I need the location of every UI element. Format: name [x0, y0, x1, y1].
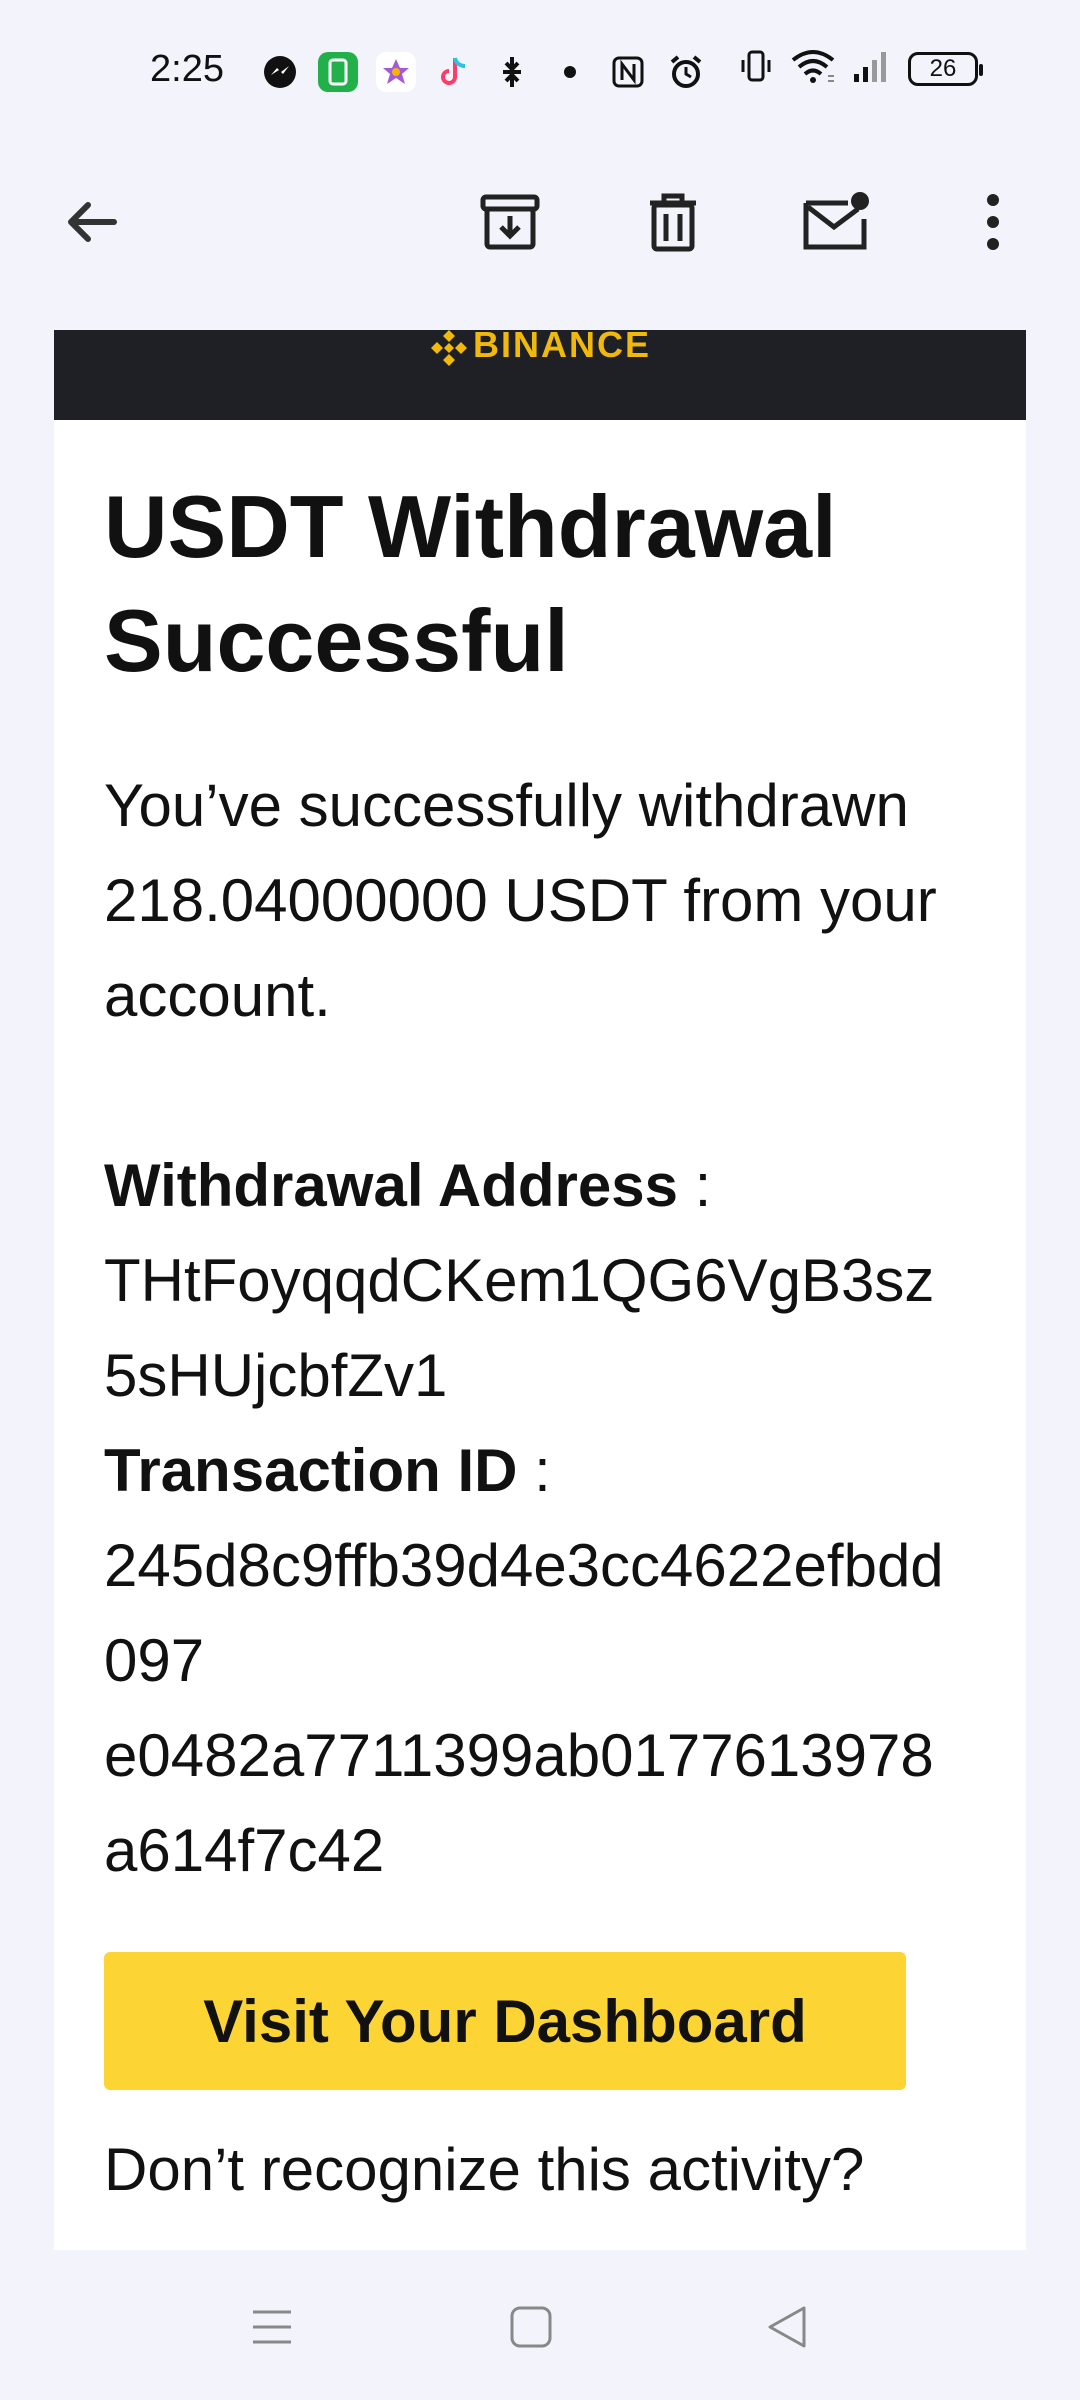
home-button[interactable]: [496, 2292, 566, 2362]
alarm-icon: [666, 52, 706, 92]
separator: :: [678, 1152, 712, 1219]
transaction-id-value-2: e0482a7711399ab0177613978a614f7c42: [104, 1722, 934, 1884]
status-time: 2:25: [150, 48, 224, 90]
app-green-icon: [318, 52, 358, 92]
back-nav-button[interactable]: [752, 2292, 822, 2362]
unrecognized-activity-text: Don’t recognize this activity?: [104, 2136, 865, 2203]
transaction-id-row: Transaction ID :: [104, 1423, 1004, 1518]
email-content[interactable]: BINANCE USDT Withdrawal Successful You’v…: [0, 330, 1080, 2250]
recent-apps-button[interactable]: [237, 2292, 307, 2362]
binance-diamond-icon: [429, 330, 467, 366]
square-icon: [510, 2306, 552, 2348]
system-navigation-bar: [0, 2250, 1080, 2400]
arrow-left-icon: [68, 202, 117, 242]
binance-logo: BINANCE: [429, 330, 651, 366]
notification-icons: [260, 48, 706, 96]
trash-icon: [650, 193, 696, 252]
withdrawal-message: You’ve successfully withdrawn 218.040000…: [104, 772, 937, 1029]
pinch-icon: [492, 52, 532, 92]
visit-dashboard-button[interactable]: Visit Your Dashboard: [104, 1952, 906, 2090]
more-options-button[interactable]: [953, 182, 1033, 262]
transaction-id-value-1: 245d8c9ffb39d4e3cc4622efbdd097: [104, 1532, 944, 1694]
withdrawal-address-label: Withdrawal Address: [104, 1152, 679, 1219]
menu-icon: [253, 2310, 291, 2344]
email-card: BINANCE USDT Withdrawal Successful You’v…: [54, 330, 1026, 2250]
wifi-icon: [790, 48, 836, 89]
brand-name: BINANCE: [472, 330, 651, 365]
email-title: USDT Withdrawal Successful: [104, 477, 837, 690]
withdrawal-address-value: THtFoyqqdCKem1QG6VgB3sz5sHUjcbfZv1: [104, 1247, 935, 1409]
email-body: You’ve successfully withdrawn 218.040000…: [104, 758, 1004, 1898]
withdrawal-address-row: Withdrawal Address :: [104, 1138, 1004, 1233]
vibrate-icon: [738, 48, 774, 89]
delete-button[interactable]: [633, 182, 713, 262]
tiktok-icon: [434, 52, 474, 92]
dot-icon: [550, 52, 590, 92]
archive-button[interactable]: [470, 182, 550, 262]
mark-unread-button[interactable]: [796, 182, 876, 262]
nfc-icon: [608, 52, 648, 92]
transaction-id-label: Transaction ID: [104, 1437, 518, 1504]
messenger-icon: [260, 52, 300, 92]
system-icons: 26: [738, 48, 983, 89]
email-header-banner: BINANCE: [54, 330, 1026, 420]
star-app-icon: [376, 52, 416, 92]
mail-unread-icon: [803, 192, 869, 250]
triangle-back-icon: [768, 2306, 806, 2348]
archive-icon: [480, 194, 540, 250]
more-vertical-icon: [987, 194, 999, 250]
separator: :: [517, 1437, 551, 1504]
status-bar: 2:25 26: [0, 0, 1080, 140]
battery-indicator: 26: [908, 51, 983, 86]
email-toolbar: [0, 140, 1080, 330]
signal-icon: [852, 48, 892, 89]
back-button[interactable]: [52, 182, 132, 262]
